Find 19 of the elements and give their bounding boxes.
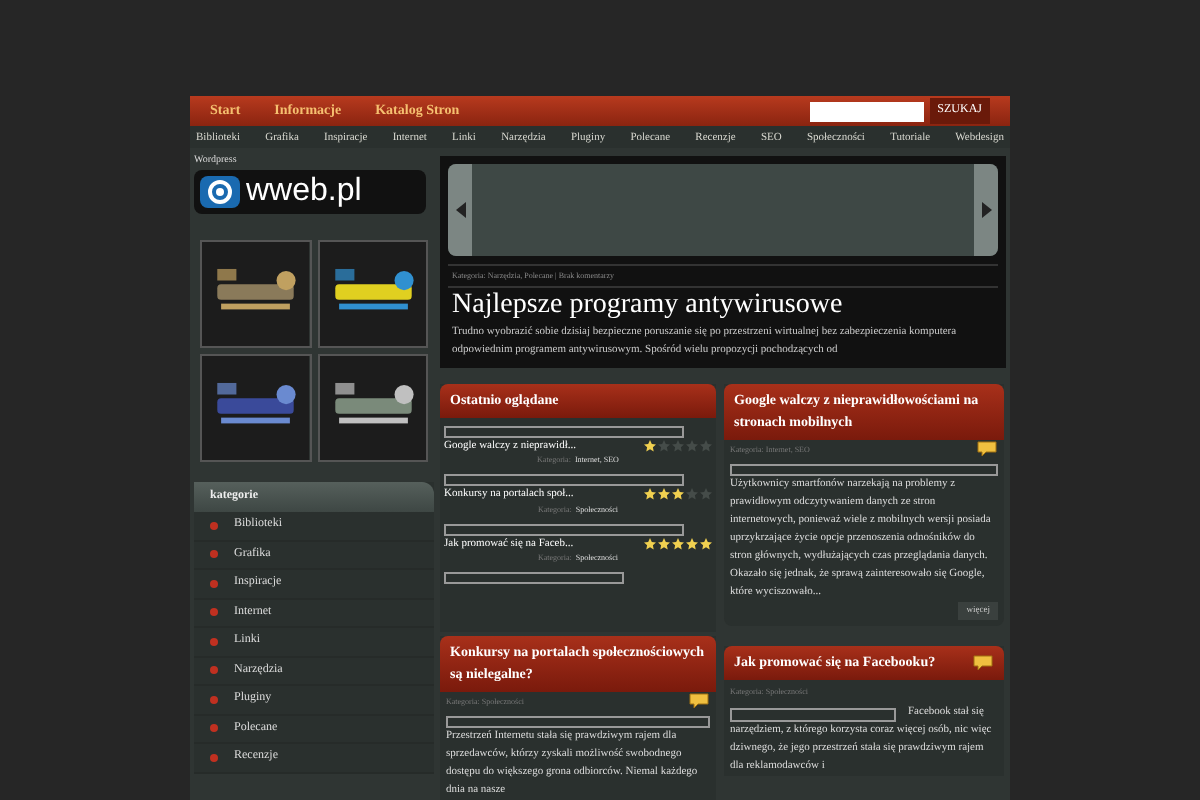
comment-icon (688, 692, 710, 710)
bullet-icon (210, 695, 218, 704)
search-field[interactable] (809, 101, 924, 122)
bullet-icon (210, 579, 218, 588)
next-button[interactable] (974, 164, 998, 256)
bullet-icon (210, 550, 218, 559)
site-logo[interactable]: wweb.pl (194, 170, 426, 214)
left-arrow-icon (455, 202, 465, 218)
bullet-icon (210, 666, 218, 675)
right-arrow-icon (981, 202, 991, 218)
bullet-icon (210, 637, 218, 646)
bullet-icon (210, 608, 218, 617)
bullet-icon (210, 724, 218, 733)
comment-icon (972, 653, 994, 672)
previous-button[interactable] (448, 164, 472, 256)
featured-title[interactable]: Najlepsze programy antywirusowe (448, 288, 998, 324)
bullet-icon (210, 753, 218, 762)
bullet-icon (210, 521, 218, 530)
comment-icon (976, 440, 998, 458)
